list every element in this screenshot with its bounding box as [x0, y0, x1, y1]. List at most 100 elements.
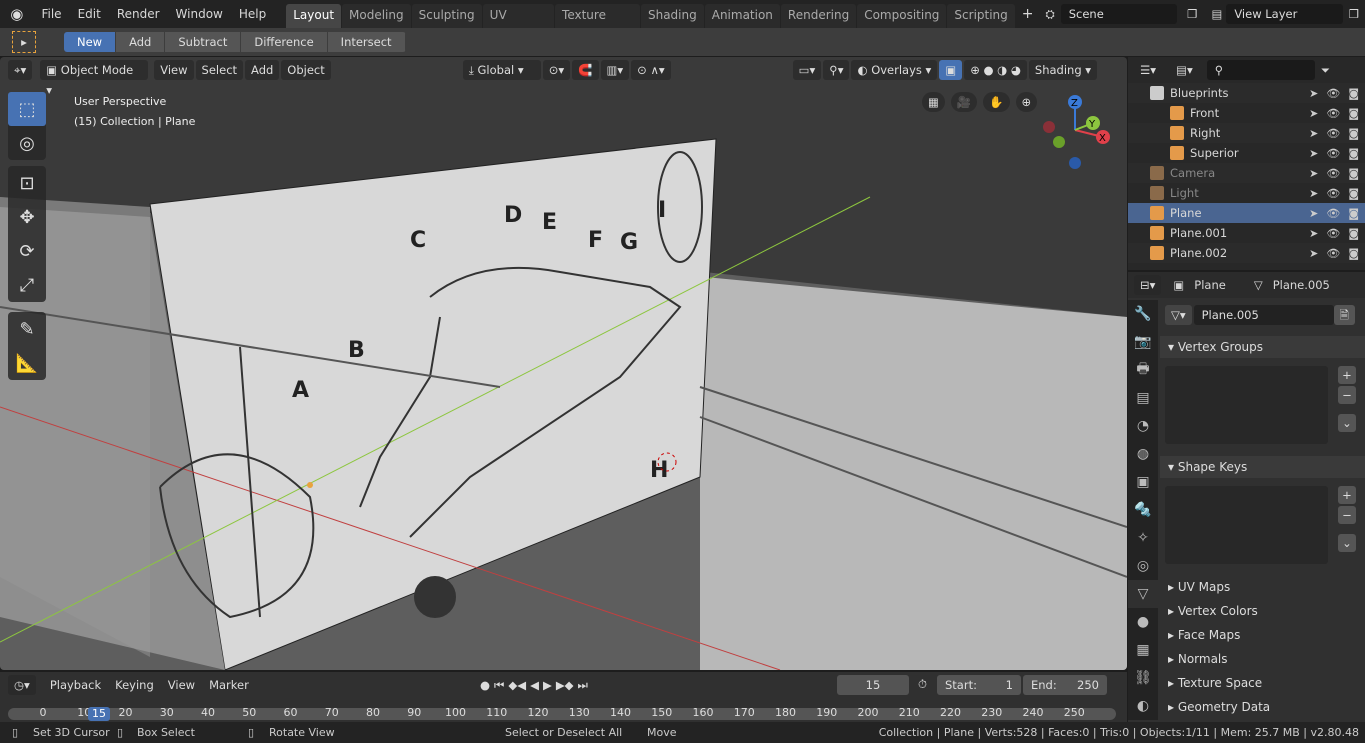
menu-help[interactable]: Help	[231, 7, 274, 21]
timeline-menu-view[interactable]: View	[162, 675, 201, 695]
view-layer-browse-icon[interactable]: ❐	[1343, 7, 1365, 21]
properties-tab-texture[interactable]: ▦	[1128, 636, 1158, 664]
outliner-editor-type[interactable]: ☰▾	[1134, 60, 1163, 80]
select-toggle-icon[interactable]: ➤	[1309, 207, 1318, 220]
properties-tab-scene[interactable]: ◔	[1128, 412, 1158, 440]
visibility-eye-icon[interactable]: 👁	[1326, 147, 1340, 160]
shape-keys-list[interactable]	[1165, 486, 1328, 564]
render-camera-icon[interactable]: ◙	[1348, 207, 1359, 220]
properties-editor-type[interactable]: ⊟▾	[1134, 275, 1162, 295]
mode-intersect-button[interactable]: Intersect	[327, 32, 406, 52]
gizmo-toggle-icon[interactable]: ⚲▾	[823, 60, 850, 80]
annotate-tool[interactable]: ✎	[8, 312, 46, 346]
end-frame-field[interactable]: End: 250	[1023, 675, 1107, 695]
viewport-menu-select[interactable]: Select	[195, 60, 244, 80]
snap-icon[interactable]: 🧲	[572, 60, 599, 80]
select-toggle-icon[interactable]: ➤	[1309, 167, 1318, 180]
properties-tab-particles[interactable]: ✧	[1128, 524, 1158, 552]
tab-animation[interactable]: Animation	[704, 4, 780, 28]
panel-uv-maps[interactable]: ▸ UV Maps	[1160, 576, 1365, 598]
fake-user-icon[interactable]: 🗎	[1333, 305, 1355, 325]
properties-tab-physics[interactable]: ◎	[1128, 552, 1158, 580]
outliner-item[interactable]: Right ➤ 👁 ◙	[1128, 123, 1365, 143]
outliner-item[interactable]: Plane.002 ➤ 👁 ◙	[1128, 243, 1365, 263]
visibility-eye-icon[interactable]: 👁	[1326, 207, 1340, 220]
tab-rendering[interactable]: Rendering	[780, 4, 857, 28]
properties-tab-material[interactable]: ●	[1128, 608, 1158, 636]
visibility-eye-icon[interactable]: 👁	[1326, 107, 1340, 120]
properties-tab-mesh-data[interactable]: ▽	[1128, 580, 1158, 608]
panel-normals[interactable]: ▸ Normals	[1160, 648, 1365, 670]
specials-dropdown[interactable]: ⌄	[1338, 534, 1356, 552]
3d-viewport[interactable]: A B C DE FG H I	[0, 57, 1127, 670]
add-workspace-button[interactable]: +	[1016, 6, 1040, 22]
tab-modeling[interactable]: Modeling	[342, 4, 411, 28]
viewport-menu-view[interactable]: View	[154, 60, 194, 80]
panel-texture-space[interactable]: ▸ Texture Space	[1160, 672, 1365, 694]
menu-file[interactable]: File	[33, 7, 69, 21]
add-button[interactable]: +	[1338, 486, 1356, 504]
menu-render[interactable]: Render	[109, 7, 168, 21]
mode-difference-button[interactable]: Difference	[241, 32, 328, 52]
menu-edit[interactable]: Edit	[70, 7, 109, 21]
properties-tab-render[interactable]: 📷	[1128, 328, 1158, 356]
visibility-eye-icon[interactable]: 👁	[1326, 227, 1340, 240]
pan-hand-icon[interactable]: ✋	[983, 92, 1010, 112]
outliner-item[interactable]: Light ➤ 👁 ◙	[1128, 183, 1365, 203]
viewport-menu-add[interactable]: Add	[245, 60, 280, 80]
render-camera-icon[interactable]: ◙	[1348, 167, 1359, 180]
render-camera-icon[interactable]: ◙	[1348, 147, 1359, 160]
outliner-item[interactable]: Plane.001 ➤ 👁 ◙	[1128, 223, 1365, 243]
render-camera-icon[interactable]: ◙	[1348, 227, 1359, 240]
outliner-search[interactable]: ⚲	[1206, 60, 1315, 80]
scene-icon[interactable]: ⛭	[1040, 7, 1061, 22]
transform-tool[interactable]: ⊡	[8, 166, 46, 200]
mesh-browse-icon[interactable]: ▽▾	[1165, 305, 1192, 325]
select-toggle-icon[interactable]: ➤	[1309, 187, 1318, 200]
select-toggle-icon[interactable]: ➤	[1309, 87, 1318, 100]
menu-window[interactable]: Window	[168, 7, 231, 21]
view-object-types-icon[interactable]: ▭▾	[792, 60, 822, 80]
mode-dropdown[interactable]: ▣ Object Mode ▾	[40, 60, 149, 97]
play-reverse-icon[interactable]: ◀	[530, 678, 539, 692]
filter-icon[interactable]: ⏷	[1321, 63, 1330, 78]
vertex-groups-list[interactable]	[1165, 366, 1328, 444]
tab-uv-editing[interactable]: UV Editing	[482, 4, 555, 44]
properties-tab-world[interactable]: ◍	[1128, 440, 1158, 468]
xray-toggle-icon[interactable]: ▣	[939, 60, 963, 80]
shading-dropdown[interactable]: Shading ▾	[1028, 60, 1098, 80]
select-toggle-icon[interactable]: ➤	[1309, 147, 1318, 160]
render-camera-icon[interactable]: ◙	[1348, 247, 1359, 260]
jump-start-icon[interactable]: ⏮	[494, 678, 504, 693]
cursor-tool[interactable]: ◎	[8, 126, 46, 160]
timeline-menu-keying[interactable]: Keying	[109, 675, 160, 695]
visibility-eye-icon[interactable]: 👁	[1326, 167, 1340, 180]
zoom-icon[interactable]: ⊕	[1015, 92, 1038, 112]
mode-new-button[interactable]: New	[64, 32, 117, 52]
tab-texture-paint[interactable]: Texture Paint	[555, 4, 640, 44]
outliner-item[interactable]: Front ➤ 👁 ◙	[1128, 103, 1365, 123]
overlays-button[interactable]: ◐ Overlays ▾	[851, 60, 938, 80]
scale-tool[interactable]: ⤢	[8, 268, 46, 302]
tab-compositing[interactable]: Compositing	[857, 4, 947, 28]
play-icon[interactable]: ▶	[543, 678, 552, 692]
proportional-edit-icon[interactable]: ⊙ ∧▾	[631, 60, 671, 80]
select-toggle-icon[interactable]: ➤	[1309, 107, 1318, 120]
mesh-name-field[interactable]: Plane.005	[1193, 305, 1334, 325]
tab-sculpting[interactable]: Sculpting	[411, 4, 482, 28]
specials-dropdown[interactable]: ⌄	[1338, 414, 1356, 432]
blender-logo-icon[interactable]: ◉	[0, 5, 33, 23]
render-camera-icon[interactable]: ◙	[1348, 107, 1359, 120]
next-keyframe-icon[interactable]: ▶◆	[556, 678, 574, 692]
view-layer-icon[interactable]: ▤	[1207, 7, 1226, 21]
tab-scripting[interactable]: Scripting	[947, 4, 1015, 28]
timeline-menu-marker[interactable]: Marker	[203, 675, 255, 695]
timeline-menu-playback[interactable]: Playback	[44, 675, 107, 695]
render-camera-icon[interactable]: ◙	[1348, 187, 1359, 200]
scene-field[interactable]: Scene	[1060, 4, 1178, 24]
outliner-item[interactable]: Blueprints ➤ 👁 ◙	[1128, 83, 1365, 103]
stopwatch-icon[interactable]: ⏱	[918, 677, 927, 692]
properties-tab-view-layer[interactable]: ▤	[1128, 384, 1158, 412]
panel-vertex-groups[interactable]: ▾ Vertex Groups	[1160, 336, 1365, 358]
visibility-eye-icon[interactable]: 👁	[1326, 87, 1340, 100]
